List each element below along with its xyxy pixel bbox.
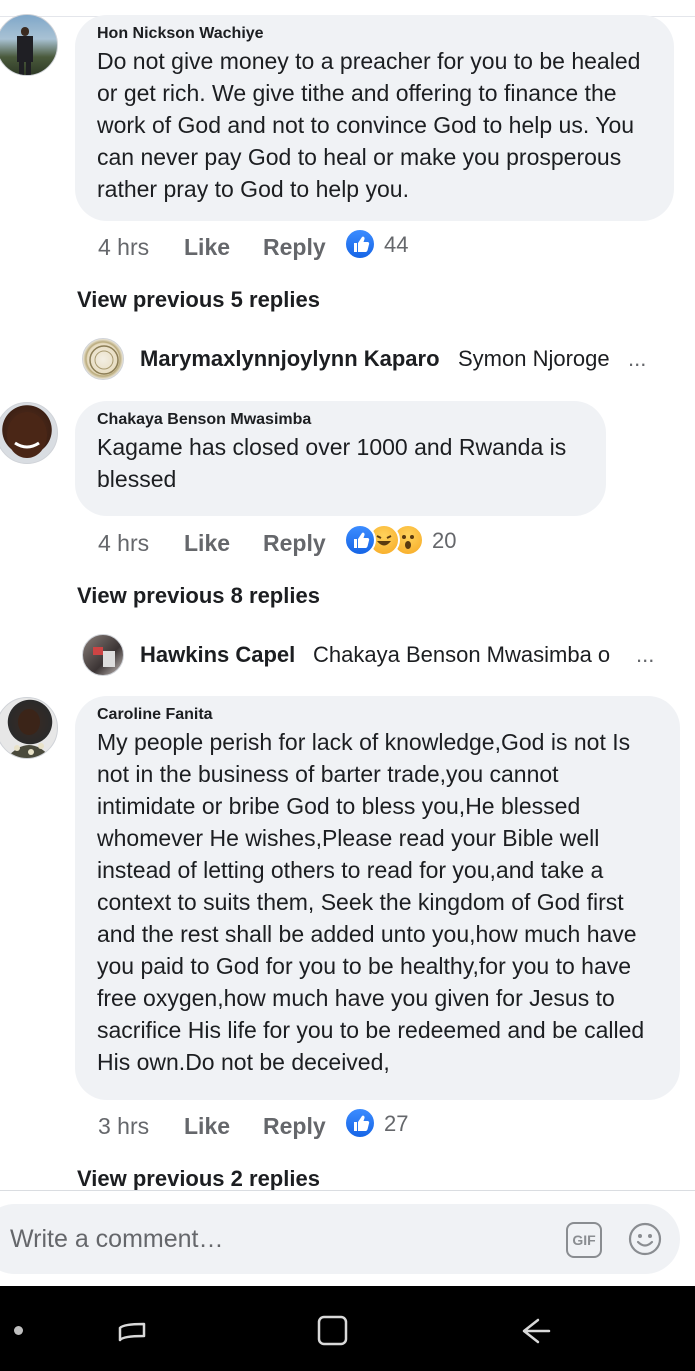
- reply-ellipsis: ...: [628, 346, 647, 371]
- comment-author[interactable]: Hon Nickson Wachiye: [97, 23, 652, 45]
- person-photo-icon: [17, 27, 33, 75]
- reactions-summary[interactable]: 20: [344, 524, 464, 556]
- latest-reply-row[interactable]: Marymaxlynnjoylynn Kaparo Symon Njoroge …: [82, 338, 682, 382]
- view-previous-replies-link[interactable]: View previous 8 replies: [77, 583, 320, 609]
- like-button[interactable]: Like: [184, 1113, 230, 1140]
- like-reaction-icon: [344, 524, 376, 556]
- comment-time[interactable]: 3 hrs: [98, 1113, 149, 1140]
- comment-time[interactable]: 4 hrs: [98, 234, 149, 261]
- system-navigation-bar: [0, 1286, 695, 1371]
- reaction-count: 20: [432, 528, 457, 553]
- latest-reply-row[interactable]: Hawkins Capel Chakaya Benson Mwasimba o …: [82, 634, 682, 678]
- reactions-summary[interactable]: 27: [344, 1107, 424, 1139]
- comment-author[interactable]: Caroline Fanita: [97, 704, 658, 726]
- comment-composer[interactable]: GIF: [0, 1204, 680, 1274]
- comment-time[interactable]: 4 hrs: [98, 530, 149, 557]
- person-photo-icon: [93, 647, 115, 667]
- avatar[interactable]: [0, 402, 58, 464]
- seal-logo-icon: [89, 345, 119, 375]
- view-previous-replies-link[interactable]: View previous 5 replies: [77, 287, 320, 313]
- avatar[interactable]: [0, 14, 58, 76]
- reactions-summary[interactable]: 44: [344, 228, 424, 260]
- avatar[interactable]: [0, 697, 58, 759]
- reply-author[interactable]: Hawkins Capel: [140, 642, 295, 668]
- reaction-count: 44: [384, 232, 409, 257]
- back-icon[interactable]: [518, 1314, 552, 1348]
- person-photo-icon: [6, 709, 52, 758]
- comment-text: My people perish for lack of knowledge,G…: [97, 729, 645, 1075]
- comment-author[interactable]: Chakaya Benson Mwasimba: [97, 409, 584, 431]
- comment-bubble[interactable]: Hon Nickson Wachiye Do not give money to…: [75, 15, 674, 221]
- like-reaction-icon: [344, 228, 376, 260]
- like-reaction-icon: [344, 1107, 376, 1139]
- person-face-icon: [7, 412, 47, 458]
- smiley-icon[interactable]: [628, 1222, 662, 1256]
- comment-bubble[interactable]: Caroline Fanita My people perish for lac…: [75, 696, 680, 1100]
- reaction-count: 27: [384, 1111, 409, 1136]
- like-button[interactable]: Like: [184, 234, 230, 261]
- comment-bubble[interactable]: Chakaya Benson Mwasimba Kagame has close…: [75, 401, 606, 516]
- comment-input[interactable]: [8, 1218, 532, 1260]
- reply-avatar[interactable]: [82, 338, 124, 380]
- reply-button[interactable]: Reply: [263, 234, 326, 261]
- reply-button[interactable]: Reply: [263, 1113, 326, 1140]
- composer-divider: [0, 1190, 695, 1191]
- dot-icon[interactable]: [14, 1326, 23, 1335]
- home-icon[interactable]: [316, 1314, 350, 1348]
- reply-avatar[interactable]: [82, 634, 124, 676]
- reply-text: Chakaya Benson Mwasimba o: [313, 642, 611, 667]
- reply-ellipsis: ...: [636, 642, 655, 667]
- reply-button[interactable]: Reply: [263, 530, 326, 557]
- recent-apps-icon[interactable]: [114, 1314, 150, 1350]
- gif-button[interactable]: GIF: [566, 1222, 602, 1258]
- reply-text: Symon Njoroge: [458, 346, 610, 371]
- comment-text: Do not give money to a preacher for you …: [97, 48, 641, 202]
- like-button[interactable]: Like: [184, 530, 230, 557]
- comment-text: Kagame has closed over 1000 and Rwanda i…: [97, 434, 567, 492]
- reply-author[interactable]: Marymaxlynnjoylynn Kaparo: [140, 346, 440, 372]
- view-previous-replies-link[interactable]: View previous 2 replies: [77, 1166, 320, 1192]
